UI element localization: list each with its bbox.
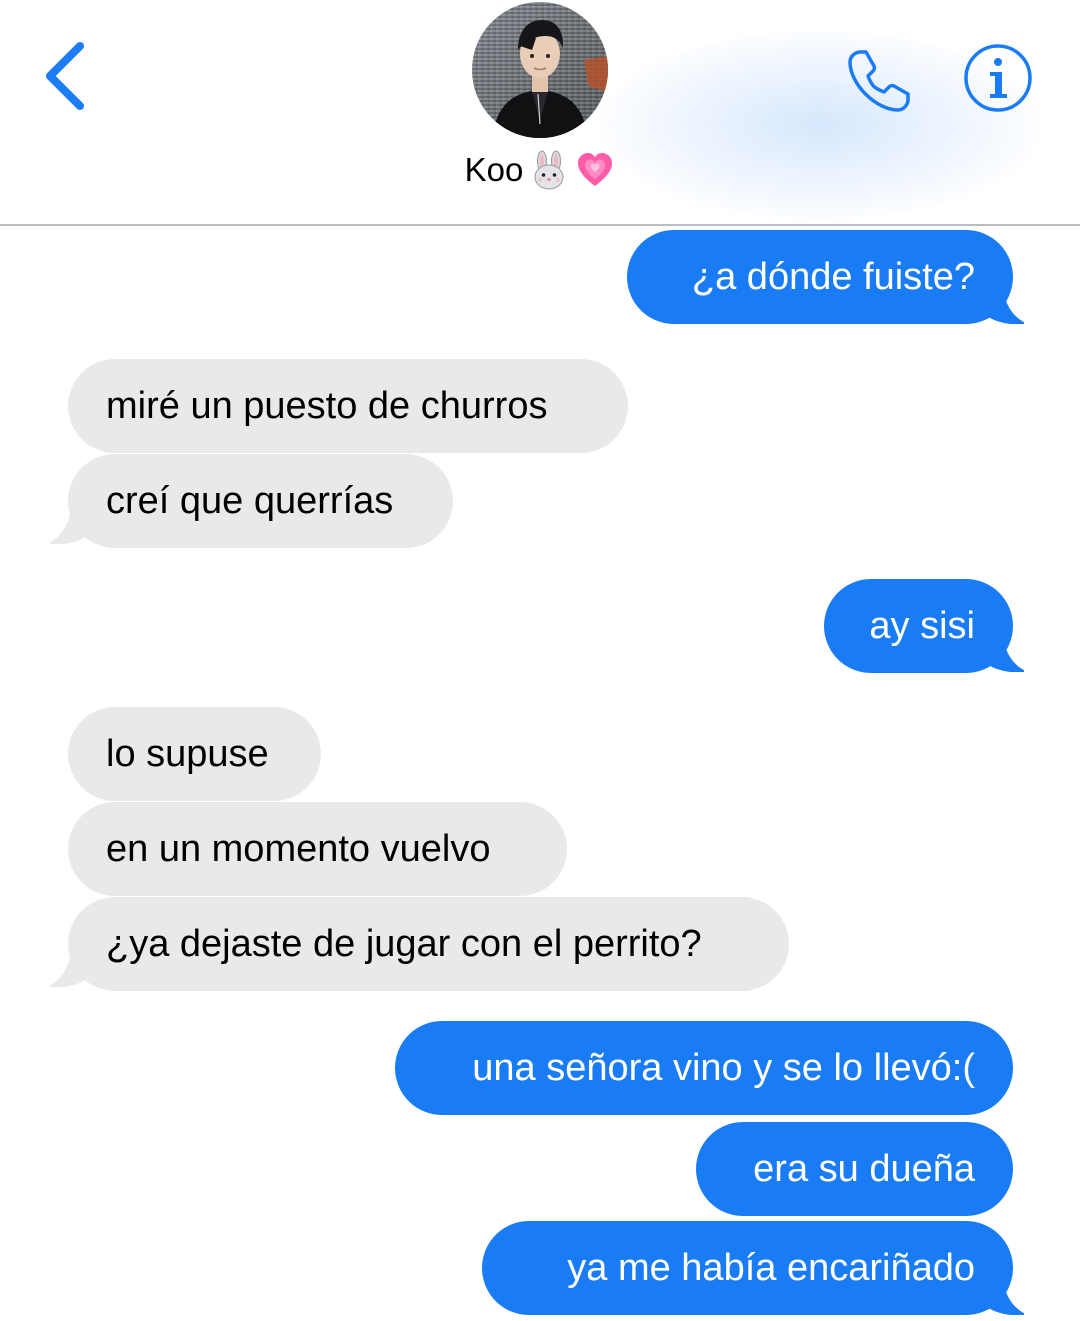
message-text: ay sisi xyxy=(869,605,975,647)
message-bubble-received[interactable]: lo supuse xyxy=(68,707,321,801)
bubble-tail-received xyxy=(50,947,90,987)
bubble-tail-sent xyxy=(984,632,1024,672)
growing-heart-emoji xyxy=(575,150,615,190)
contact-name[interactable]: Koo xyxy=(0,150,1080,190)
bubble-tail-sent xyxy=(984,284,1024,324)
info-button[interactable] xyxy=(962,42,1034,114)
message-bubble-received[interactable]: en un momento vuelvo xyxy=(68,802,567,896)
chevron-left-icon xyxy=(46,42,84,110)
phone-icon xyxy=(848,50,910,112)
contact-name-text: Koo xyxy=(464,151,524,188)
conversation-header: Koo xyxy=(0,0,1080,226)
info-icon xyxy=(964,44,1032,112)
message-text: ya me había encariñado xyxy=(567,1247,975,1289)
message-bubble-sent[interactable]: una señora vino y se lo llevó:( xyxy=(395,1021,1013,1115)
message-bubble-received[interactable]: ¿ya dejaste de jugar con el perrito? xyxy=(68,897,789,991)
message-text: ¿ya dejaste de jugar con el perrito? xyxy=(106,923,702,965)
message-bubble-received[interactable]: miré un puesto de churros xyxy=(68,359,628,453)
message-bubble-sent[interactable]: ¿a dónde fuiste? xyxy=(627,230,1013,324)
contact-avatar[interactable] xyxy=(472,2,608,138)
back-button[interactable] xyxy=(38,38,98,114)
message-text: una señora vino y se lo llevó:( xyxy=(472,1047,975,1089)
call-button[interactable] xyxy=(844,44,916,116)
message-bubble-received[interactable]: creí que querrías xyxy=(68,454,453,548)
message-text: lo supuse xyxy=(106,733,269,775)
message-text: ¿a dónde fuiste? xyxy=(691,256,975,298)
avatar-photo xyxy=(472,2,608,138)
bubble-tail-received xyxy=(50,504,90,544)
message-text: creí que querrías xyxy=(106,480,394,522)
message-text: en un momento vuelvo xyxy=(106,828,491,870)
message-text: miré un puesto de churros xyxy=(106,385,548,427)
message-text: era su dueña xyxy=(753,1148,975,1190)
bubble-tail-sent xyxy=(984,1275,1024,1315)
bunny-face-emoji xyxy=(529,150,569,190)
message-bubble-sent[interactable]: era su dueña xyxy=(696,1122,1013,1216)
message-bubble-sent[interactable]: ya me había encariñado xyxy=(482,1221,1013,1315)
